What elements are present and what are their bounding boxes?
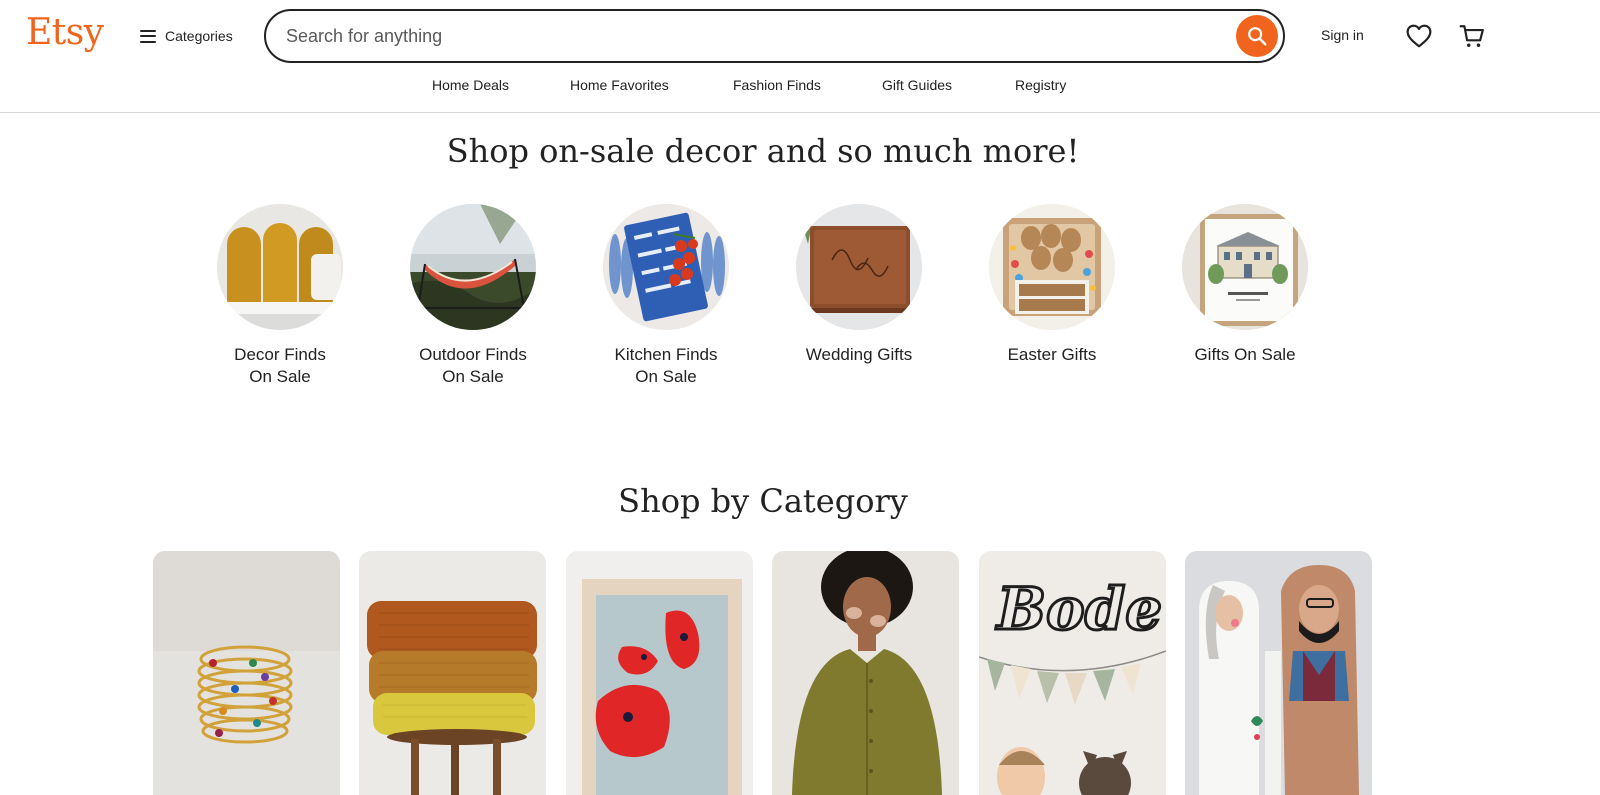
search-icon [1248, 27, 1267, 46]
promo-label-gifts-sale: Gifts On Sale [1194, 345, 1296, 364]
promo-item-decor[interactable]: Decor Finds On Sale [190, 204, 370, 388]
category-card-jewelry[interactable] [153, 551, 340, 795]
category-card-personalized[interactable]: Bode [979, 551, 1166, 795]
category-card-home[interactable] [359, 551, 546, 795]
nav-fashion-finds[interactable]: Fashion Finds [733, 77, 821, 93]
promo-image-wedding [796, 204, 922, 330]
promo-heading: Shop on-sale decor and so much more! [446, 132, 1080, 170]
search-input[interactable] [286, 11, 1226, 61]
site-header: Etsy Categories Sign in Home Deals Home … [0, 0, 1600, 113]
category-card-clothing[interactable] [772, 551, 959, 795]
promo-item-wedding[interactable]: Wedding Gifts [769, 204, 949, 366]
promo-label-easter: Easter Gifts [1007, 345, 1097, 364]
promo-label-wedding: Wedding Gifts [805, 345, 913, 364]
search-bar [264, 9, 1285, 63]
category-card-wedding[interactable] [1185, 551, 1372, 795]
shopping-cart-icon [1459, 25, 1484, 47]
promo-label-outdoor: Outdoor Finds On Sale [419, 345, 527, 386]
promo-label-decor: Decor Finds On Sale [234, 345, 326, 386]
promo-item-outdoor[interactable]: Outdoor Finds On Sale [383, 204, 563, 388]
category-card-art[interactable] [566, 551, 753, 795]
promo-item-kitchen[interactable]: Kitchen Finds On Sale [576, 204, 756, 388]
sub-navigation: Home Deals Home Favorites Fashion Finds … [0, 77, 1600, 97]
etsy-logo[interactable]: Etsy [26, 12, 104, 53]
nav-home-deals[interactable]: Home Deals [432, 77, 509, 93]
category-heading: Shop by Category [618, 482, 908, 520]
cart-button[interactable] [1457, 21, 1487, 51]
category-image-personalized: Bode [979, 551, 1166, 795]
category-image-clothing [772, 551, 959, 795]
category-image-home [359, 551, 546, 795]
categories-button[interactable]: Categories [140, 24, 233, 48]
promo-image-gifts-sale [1182, 204, 1308, 330]
nav-registry[interactable]: Registry [1015, 77, 1066, 93]
favorites-button[interactable] [1404, 21, 1434, 51]
sign-in-link[interactable]: Sign in [1321, 27, 1364, 43]
promo-image-kitchen [603, 204, 729, 330]
category-image-wedding [1185, 551, 1372, 795]
promo-item-gifts-sale[interactable]: Gifts On Sale [1155, 204, 1335, 366]
promo-image-outdoor [410, 204, 536, 330]
nav-home-favorites[interactable]: Home Favorites [570, 77, 669, 93]
category-image-art [566, 551, 753, 795]
promo-label-kitchen: Kitchen Finds On Sale [614, 345, 718, 386]
promo-item-easter[interactable]: Easter Gifts [962, 204, 1142, 366]
promo-image-decor [217, 204, 343, 330]
nav-gift-guides[interactable]: Gift Guides [882, 77, 952, 93]
category-image-jewelry [153, 551, 340, 795]
categories-label: Categories [165, 28, 233, 44]
heart-icon [1406, 24, 1432, 48]
search-button[interactable] [1236, 15, 1278, 57]
hamburger-menu-icon [140, 29, 156, 43]
promo-image-easter [989, 204, 1115, 330]
bode-sign-text: Bode [995, 575, 1162, 643]
